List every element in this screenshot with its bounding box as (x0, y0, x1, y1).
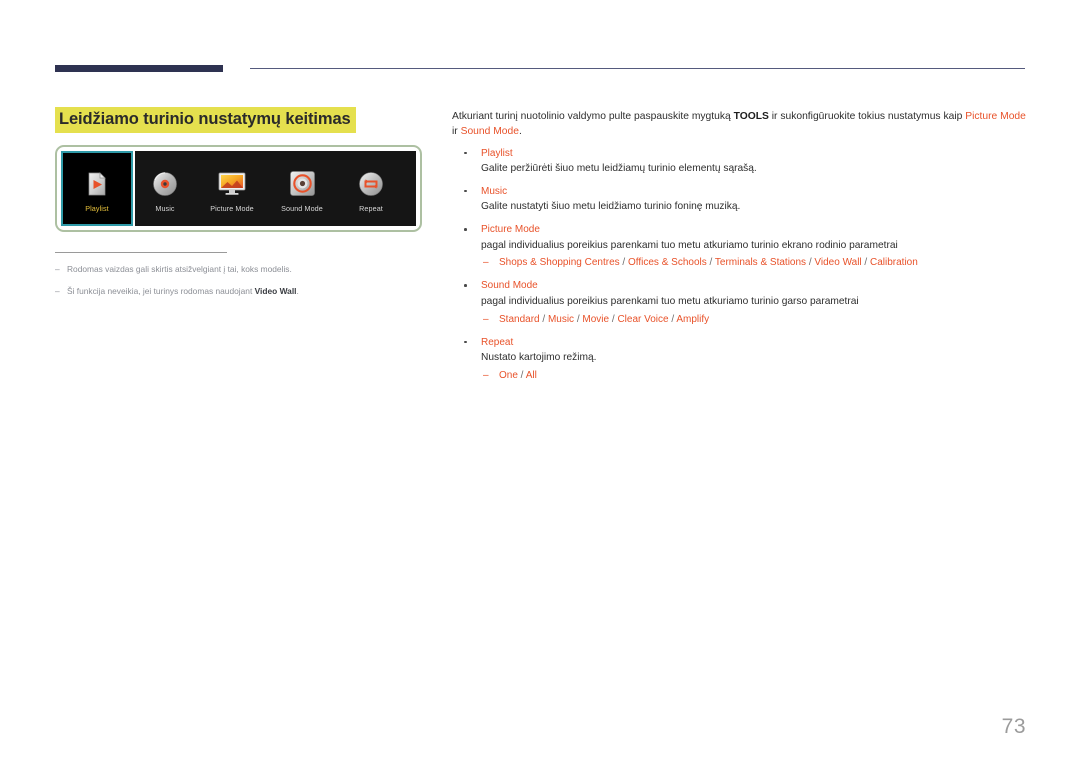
page-header-rules (0, 0, 1080, 90)
osd-label-repeat: Repeat (359, 203, 383, 213)
osd-label-playlist: Playlist (85, 203, 109, 213)
intro-text-2: ir sukonfigūruokite tokius nustatymus ka… (768, 111, 966, 123)
osd-figure-frame: Playlist Music Picture Mode Sound Mode R… (55, 145, 422, 232)
option-value: Offices & Schools (627, 257, 707, 269)
option-value: Movie (582, 313, 610, 325)
osd-label-picture-mode: Picture Mode (210, 203, 254, 213)
tools-button-name: TOOLS (733, 111, 769, 123)
playlist-file-icon (82, 169, 112, 199)
option-value: Standard (499, 313, 540, 325)
osd-item-picture-mode[interactable]: Picture Mode (197, 151, 267, 226)
left-column: Leidžiamo turinio nustatymų keitimas (55, 96, 435, 144)
list-item: Picture Mode pagal individualius poreiki… (452, 222, 1028, 271)
intro-text-3: ir (452, 125, 461, 137)
option-value: Shops & Shopping Centres (499, 257, 620, 269)
list-item: Repeat Nustato kartojimo režimą. One / A… (452, 335, 1028, 384)
bullet-title: Sound Mode (481, 280, 538, 292)
option-value: Music (547, 313, 575, 325)
bullet-description: pagal individualius poreikius parenkami … (481, 295, 859, 307)
bullet-title: Music (481, 185, 508, 197)
settings-bullet-list: Playlist Galite peržiūrėti šiuo metu lei… (452, 146, 1028, 384)
option-list: One / All (481, 368, 1028, 384)
osd-item-sound-mode[interactable]: Sound Mode (267, 151, 337, 226)
footnote-text: Ši funkcija neveikia, jei turinys rodoma… (67, 285, 299, 296)
intro-text-4: . (518, 125, 522, 137)
intro-accent-sound-mode: Sound Mode (460, 125, 519, 137)
option-row: Standard / Music / Movie / Clear Voice /… (481, 312, 1028, 328)
bullet-title: Playlist (481, 147, 513, 159)
option-row: One / All (481, 368, 1028, 384)
footnote-dash: – (55, 264, 60, 274)
music-disc-icon (150, 169, 180, 199)
osd-panel: Playlist Music Picture Mode Sound Mode R… (59, 149, 416, 228)
bullet-description: Galite peržiūrėti šiuo metu leidžiamų tu… (481, 163, 757, 175)
option-value: All (525, 370, 537, 382)
right-column: Atkuriant turinį nuotolinio valdymo pult… (452, 100, 1028, 391)
picture-mode-icon (217, 169, 247, 199)
footnote-item: – Ši funkcija neveikia, jei turinys rodo… (55, 285, 435, 298)
option-value: Video Wall (814, 257, 862, 269)
list-item: Playlist Galite peržiūrėti šiuo metu lei… (452, 146, 1028, 177)
footnote-item: – Rodomas vaizdas gali skirtis atsižvelg… (55, 263, 435, 276)
osd-item-music[interactable]: Music (133, 151, 197, 226)
intro-accent-picture-mode: Picture Mode (965, 111, 1026, 123)
header-thick-rule (55, 65, 223, 72)
option-value: Calibration (869, 257, 918, 269)
intro-paragraph: Atkuriant turinį nuotolinio valdymo pult… (452, 110, 1028, 139)
list-item: Music Galite nustatyti šiuo metu leidžia… (452, 184, 1028, 215)
footnote-divider (55, 252, 227, 253)
figure-footnotes: – Rodomas vaizdas gali skirtis atsižvelg… (55, 252, 435, 306)
page-title: Leidžiamo turinio nustatymų keitimas (55, 107, 356, 133)
header-thin-rule (250, 68, 1025, 69)
bullet-description: Galite nustatyti šiuo metu leidžiamo tur… (481, 201, 741, 213)
option-list: Shops & Shopping Centres / Offices & Sch… (481, 255, 1028, 271)
list-item: Sound Mode pagal individualius poreikius… (452, 278, 1028, 328)
osd-label-music: Music (155, 203, 175, 213)
osd-item-playlist[interactable]: Playlist (59, 149, 135, 228)
bullet-description: Nustato kartojimo režimą. (481, 352, 597, 364)
option-value: Amplify (676, 313, 710, 325)
bullet-title: Picture Mode (481, 224, 540, 236)
sound-mode-icon (287, 169, 317, 199)
footnote-dash: – (55, 285, 60, 296)
footnote-text: Rodomas vaizdas gali skirtis atsižvelgia… (67, 264, 292, 274)
osd-label-sound-mode: Sound Mode (281, 203, 323, 213)
option-value: One (499, 370, 518, 382)
option-row: Shops & Shopping Centres / Offices & Sch… (481, 255, 1028, 271)
intro-text-1: Atkuriant turinį nuotolinio valdymo pult… (452, 111, 734, 123)
option-value: Terminals & Stations (714, 257, 807, 269)
bullet-title: Repeat (481, 336, 514, 348)
option-value: Clear Voice (617, 313, 669, 325)
osd-item-repeat[interactable]: Repeat (337, 151, 405, 226)
bullet-description: pagal individualius poreikius parenkami … (481, 239, 898, 251)
footnote-emphasis: Video Wall (254, 285, 297, 296)
repeat-loop-icon (356, 169, 386, 199)
page-number: 73 (1001, 715, 1026, 738)
option-list: Standard / Music / Movie / Clear Voice /… (481, 312, 1028, 328)
